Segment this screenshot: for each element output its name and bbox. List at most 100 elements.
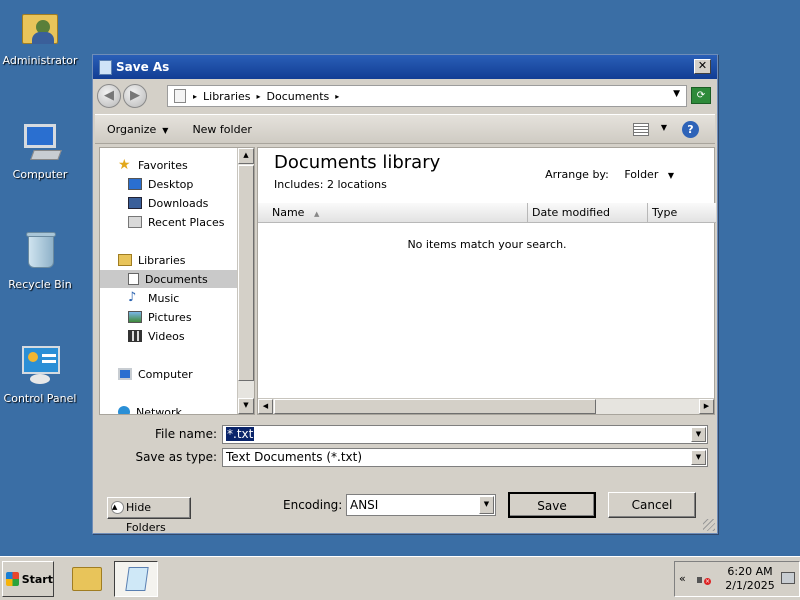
save-type-dropdown-icon[interactable]: ▼ xyxy=(691,450,706,465)
nav-item-network[interactable]: Network xyxy=(118,403,254,415)
show-hidden-icons-button[interactable]: « xyxy=(679,572,686,585)
desktop-icon-label: Administrator xyxy=(2,54,78,67)
scroll-down-button[interactable]: ▼ xyxy=(238,398,254,414)
refresh-button[interactable]: ⟳ xyxy=(691,87,711,104)
network-status-icon[interactable] xyxy=(781,572,795,584)
notepad-icon xyxy=(99,59,112,75)
downloads-icon xyxy=(128,197,142,209)
scroll-thumb[interactable] xyxy=(274,399,596,414)
taskbar: Start « × 6:20 AM 2/1/2025 xyxy=(0,556,800,600)
scroll-right-button[interactable]: ▶ xyxy=(699,399,714,414)
encoding-label: Encoding: xyxy=(283,498,343,512)
scroll-up-button[interactable]: ▲ xyxy=(238,148,254,164)
nav-item-libraries[interactable]: Libraries xyxy=(118,251,254,269)
network-icon xyxy=(118,406,130,414)
resize-grip[interactable] xyxy=(703,519,715,531)
folder-icon xyxy=(72,567,102,591)
dialog-title: Save As xyxy=(116,60,170,74)
taskbar-explorer-button[interactable] xyxy=(66,561,110,597)
nav-item-favorites[interactable]: ★ Favorites xyxy=(118,156,254,174)
star-icon: ★ xyxy=(118,157,131,173)
column-label: Name xyxy=(272,206,305,219)
new-folder-button[interactable]: New folder xyxy=(180,123,263,136)
nav-item-desktop[interactable]: Desktop xyxy=(128,175,254,193)
encoding-select[interactable]: ANSI ▼ xyxy=(346,494,496,516)
start-label: Start xyxy=(21,572,53,586)
scroll-left-button[interactable]: ◀ xyxy=(258,399,273,414)
desktop-icon-label: Control Panel xyxy=(3,392,77,405)
organize-label: Organize xyxy=(107,122,157,136)
desktop-icon-label: Recycle Bin xyxy=(8,278,72,291)
close-button[interactable]: ✕ xyxy=(694,59,711,74)
nav-item-downloads[interactable]: Downloads xyxy=(128,194,254,212)
user-folder-icon xyxy=(18,6,62,50)
nav-item-videos[interactable]: Videos xyxy=(128,327,254,345)
save-type-label: Save as type: xyxy=(135,450,217,464)
videos-icon xyxy=(128,330,142,342)
nav-item-label: Desktop xyxy=(148,177,194,191)
arrange-label: Arrange by: xyxy=(545,168,609,181)
empty-list-message: No items match your search. xyxy=(407,238,567,251)
hide-folders-button[interactable]: ▲ Hide Folders xyxy=(107,497,191,534)
forward-button[interactable]: ▶ xyxy=(123,84,147,108)
includes-locations-link[interactable]: 2 locations xyxy=(327,178,387,191)
nav-item-label: Music xyxy=(148,291,180,305)
nav-item-music[interactable]: ♪ Music xyxy=(128,289,254,307)
clock[interactable]: 6:20 AM 2/1/2025 xyxy=(721,565,779,593)
nav-item-label: Favorites xyxy=(138,158,188,172)
view-dropdown-icon[interactable]: ▼ xyxy=(661,123,667,132)
help-button[interactable]: ? xyxy=(682,121,699,138)
address-dropdown-icon[interactable]: ▼ xyxy=(673,89,680,99)
cancel-button[interactable]: Cancel xyxy=(608,492,696,518)
breadcrumb-separator: ▸ xyxy=(335,91,340,101)
music-icon: ♪ xyxy=(128,290,137,305)
save-as-dialog: Save As ✕ ◀ ▶ ▸ Libraries ▸ Documents ▸ … xyxy=(92,54,718,534)
desktop-icon-recycle-bin[interactable]: Recycle Bin xyxy=(0,230,80,291)
scroll-thumb[interactable] xyxy=(238,165,254,381)
chevron-down-icon[interactable]: ▼ xyxy=(668,171,674,180)
file-name-label: File name: xyxy=(155,427,217,441)
save-as-type-select[interactable]: Text Documents (*.txt) ▼ xyxy=(222,448,708,467)
command-bar: Organize ▼ New folder ▼ ? xyxy=(95,114,715,144)
breadcrumb-documents[interactable]: Documents xyxy=(267,90,330,103)
desktop-icon-computer[interactable]: Computer xyxy=(0,120,80,181)
nav-item-label: Network xyxy=(136,405,182,415)
address-bar[interactable]: ▸ Libraries ▸ Documents ▸ ▼ xyxy=(167,85,687,107)
nav-scrollbar[interactable]: ▲ ▼ xyxy=(237,148,254,414)
nav-item-label: Documents xyxy=(145,272,208,286)
nav-item-documents[interactable]: Documents xyxy=(100,270,238,288)
back-button[interactable]: ◀ xyxy=(97,84,121,108)
breadcrumb-libraries[interactable]: Libraries xyxy=(203,90,251,103)
save-button[interactable]: Save xyxy=(508,492,596,518)
arrange-value[interactable]: Folder xyxy=(624,168,658,181)
start-button[interactable]: Start xyxy=(2,561,54,597)
desktop-icon-control-panel[interactable]: Control Panel xyxy=(0,344,80,405)
file-name-dropdown-icon[interactable]: ▼ xyxy=(691,427,706,442)
column-header-row: Name ▲ Date modified Type xyxy=(258,203,716,223)
column-header-date-modified[interactable]: Date modified xyxy=(528,203,648,222)
desktop-icon xyxy=(128,178,142,190)
file-name-value: *.txt xyxy=(226,427,255,441)
address-bar-row: ◀ ▶ ▸ Libraries ▸ Documents ▸ ▼ ⟳ xyxy=(97,83,713,109)
nav-item-recent-places[interactable]: Recent Places xyxy=(128,213,254,231)
nav-item-pictures[interactable]: Pictures xyxy=(128,308,254,326)
nav-item-computer[interactable]: Computer xyxy=(118,365,254,383)
nav-item-label: Recent Places xyxy=(148,215,225,229)
view-options-icon[interactable] xyxy=(633,123,649,136)
collapse-up-icon: ▲ xyxy=(111,501,124,514)
encoding-dropdown-icon[interactable]: ▼ xyxy=(479,496,494,514)
pictures-icon xyxy=(128,311,142,323)
nav-item-label: Videos xyxy=(148,329,185,343)
file-name-input[interactable]: *.txt ▼ xyxy=(222,425,708,444)
file-list-hscrollbar[interactable]: ◀ ▶ xyxy=(258,398,714,414)
column-header-name[interactable]: Name ▲ xyxy=(258,203,528,222)
documents-icon xyxy=(128,273,139,285)
dialog-titlebar[interactable]: Save As ✕ xyxy=(93,55,717,79)
taskbar-notepad-button[interactable] xyxy=(114,561,158,597)
notepad-icon xyxy=(125,567,149,591)
library-includes: Includes: 2 locations xyxy=(274,178,387,191)
organize-button[interactable]: Organize ▼ xyxy=(95,123,180,136)
column-header-type[interactable]: Type xyxy=(648,203,716,222)
volume-muted-icon[interactable]: × xyxy=(697,573,711,587)
desktop-icon-administrator[interactable]: Administrator xyxy=(0,6,80,67)
